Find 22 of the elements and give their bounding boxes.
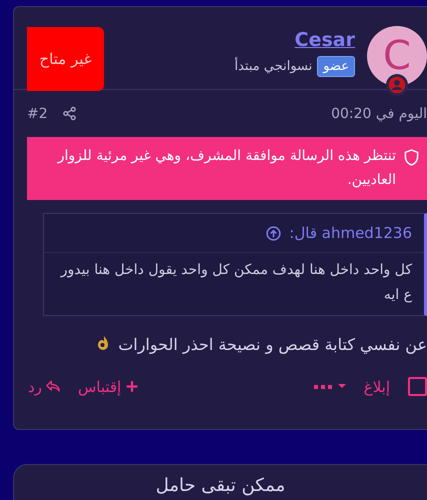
user-icon: [386, 74, 408, 96]
status-badge: غير متاح: [27, 27, 104, 91]
username-link[interactable]: Cesar: [294, 29, 355, 51]
next-post-title: ممكن تبقى حامل: [156, 475, 286, 498]
reply-link[interactable]: رد: [28, 378, 60, 396]
post-message: عن نفسي كتابة قصص و نصيحة احذر الحوارات: [118, 334, 427, 354]
role-badge: عضو: [317, 56, 355, 77]
quote-text: كل واحد داخل هنا لهدف ممكن كل واحد يقول داخل هنا بيدور ع ايه: [59, 261, 413, 305]
user-rank: نسوانجي مبتدأ: [234, 59, 312, 74]
quote-author[interactable]: ahmed1236 قال:: [289, 224, 412, 242]
moderation-notice: تنتظر هذه الرسالة موافقة المشرف، وهي غير مرئية للزوار العاديين.: [56, 147, 396, 190]
quote-link[interactable]: إقتباس: [78, 378, 140, 396]
avatar[interactable]: C: [367, 26, 427, 86]
shield-icon: [404, 149, 419, 166]
reply-icon: [46, 380, 60, 393]
plus-icon: [125, 380, 140, 393]
report-link[interactable]: إبلاغ: [364, 378, 390, 396]
share-icon[interactable]: [62, 106, 77, 121]
post-number[interactable]: #2: [27, 106, 48, 122]
post-time: اليوم في 00:20: [331, 106, 427, 122]
select-checkbox[interactable]: [408, 377, 427, 396]
arrow-up-circle-icon[interactable]: [266, 226, 282, 240]
